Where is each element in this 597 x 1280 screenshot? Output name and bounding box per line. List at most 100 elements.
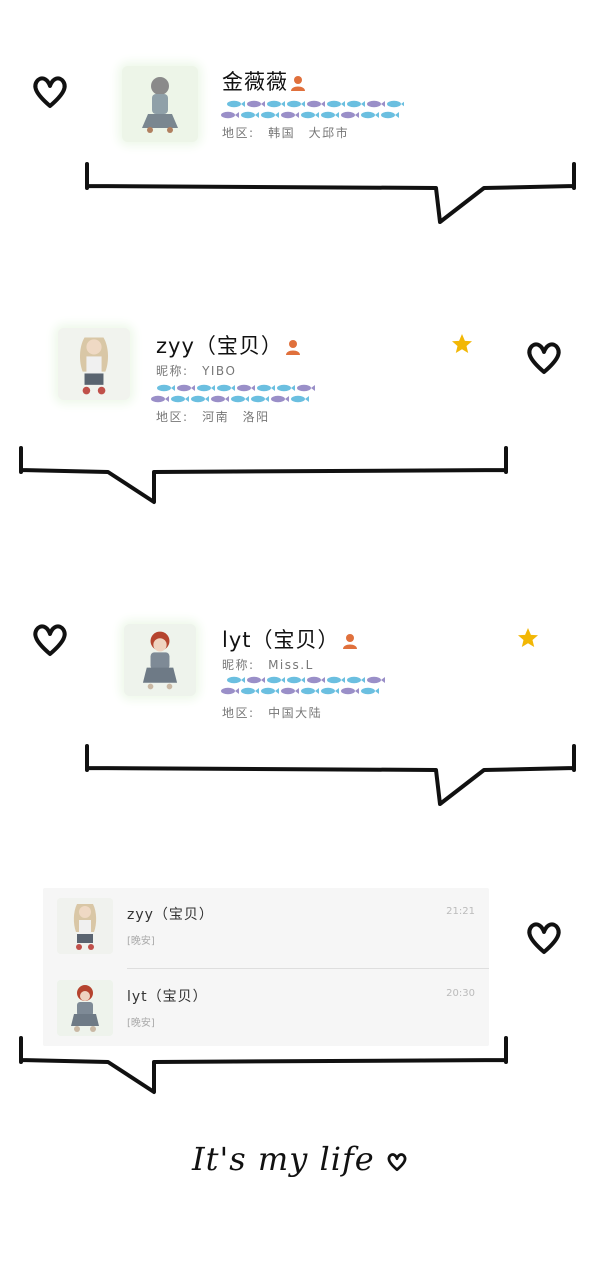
fish-shape: [151, 395, 165, 403]
nickname-text: 昵称: Miss.L: [222, 658, 314, 672]
fish-shape: [291, 395, 305, 403]
fish-shape: [211, 395, 225, 403]
avatar: [57, 980, 113, 1036]
fish-tail: [295, 112, 299, 118]
fish-tail: [381, 101, 385, 107]
fish-tail: [211, 385, 215, 391]
chat-name: lyt（宝贝）: [127, 989, 208, 1005]
fish-shape: [387, 100, 401, 108]
fish-tail: [315, 112, 319, 118]
fish-shape: [227, 100, 241, 108]
fish-tail: [291, 385, 295, 391]
fish-shape: [287, 676, 301, 684]
fish-tail: [341, 101, 345, 107]
fish-shape: [307, 100, 321, 108]
fish-tail: [281, 101, 285, 107]
fish-shape: [171, 395, 185, 403]
fish-shape: [361, 687, 375, 695]
speech-bubble-tail: [85, 162, 576, 224]
chat-time: 20:30: [446, 988, 475, 999]
heart-icon: [524, 338, 564, 378]
avatar: [58, 328, 130, 400]
fish-shape: [297, 384, 311, 392]
heart-icon: [30, 72, 70, 112]
fish-tail: [231, 385, 235, 391]
heart-icon: [387, 1152, 407, 1171]
fish-shape: [237, 384, 251, 392]
fish-decoration: [220, 674, 392, 695]
fish-shape: [267, 676, 281, 684]
fish-shape: [191, 395, 205, 403]
region-text: 地区: 河南 洛阳: [156, 410, 270, 424]
star-icon[interactable]: [516, 626, 540, 650]
chat-name: zyy（宝贝）: [127, 907, 214, 923]
fish-shape: [301, 111, 315, 119]
fish-tail: [285, 396, 289, 402]
fish-shape: [261, 687, 275, 695]
profile-card[interactable]: zyy（宝贝） 昵称: YIBO 地区: 河南 洛阳: [48, 310, 488, 450]
fish-tail: [321, 677, 325, 683]
fish-tail: [165, 396, 169, 402]
fish-tail: [265, 396, 269, 402]
fish-tail: [295, 688, 299, 694]
fish-shape: [327, 100, 341, 108]
fish-tail: [301, 677, 305, 683]
contact-name: 金薇薇: [222, 66, 306, 96]
fish-shape: [301, 687, 315, 695]
profile-card[interactable]: lyt（宝贝） 昵称: Miss.L 地区: 中国大陆: [112, 598, 552, 738]
fish-shape: [217, 384, 231, 392]
fish-shape: [341, 111, 355, 119]
fish-tail: [395, 112, 399, 118]
fish-shape: [247, 100, 261, 108]
fish-tail: [235, 688, 239, 694]
avatar: [57, 898, 113, 954]
fish-shape: [287, 100, 301, 108]
chat-list-item[interactable]: zyy（宝贝） [晚安] 21:21: [43, 888, 489, 969]
star-icon[interactable]: [450, 332, 474, 356]
fish-shape: [321, 111, 335, 119]
fish-tail: [315, 688, 319, 694]
speech-bubble-tail: [19, 446, 508, 504]
fish-tail: [341, 677, 345, 683]
speech-bubble-tail: [19, 1036, 508, 1094]
contact-name: zyy（宝贝）: [156, 330, 301, 360]
fish-tail: [261, 101, 265, 107]
avatar: [124, 624, 196, 696]
fish-shape: [347, 676, 361, 684]
profile-card[interactable]: 金薇薇 地区: 韩国 大邱市: [112, 48, 552, 166]
fish-shape: [157, 384, 171, 392]
fish-tail: [275, 112, 279, 118]
fish-tail: [305, 396, 309, 402]
fish-tail: [355, 688, 359, 694]
fish-shape: [251, 395, 265, 403]
fish-tail: [355, 112, 359, 118]
heart-icon: [30, 620, 70, 660]
fish-tail: [335, 112, 339, 118]
fish-shape: [231, 395, 245, 403]
fish-shape: [321, 687, 335, 695]
footer-text: It's my life: [192, 1140, 408, 1178]
fish-shape: [241, 111, 255, 119]
fish-shape: [227, 676, 241, 684]
fish-shape: [277, 384, 291, 392]
fish-shape: [241, 687, 255, 695]
fish-shape: [367, 676, 381, 684]
fish-shape: [271, 395, 285, 403]
fish-tail: [375, 112, 379, 118]
fish-decoration: [150, 382, 322, 403]
fish-tail: [311, 385, 315, 391]
fish-shape: [367, 100, 381, 108]
fish-shape: [247, 676, 261, 684]
nickname-text: 昵称: YIBO: [156, 364, 237, 378]
fish-shape: [327, 676, 341, 684]
fish-shape: [221, 111, 235, 119]
fish-tail: [335, 688, 339, 694]
fish-tail: [275, 688, 279, 694]
fish-shape: [197, 384, 211, 392]
chat-message-preview: [晚安]: [127, 1018, 155, 1029]
region-text: 地区: 中国大陆: [222, 706, 323, 720]
speech-bubble-tail: [85, 744, 576, 806]
fish-tail: [271, 385, 275, 391]
fish-shape: [221, 687, 235, 695]
fish-shape: [281, 111, 295, 119]
